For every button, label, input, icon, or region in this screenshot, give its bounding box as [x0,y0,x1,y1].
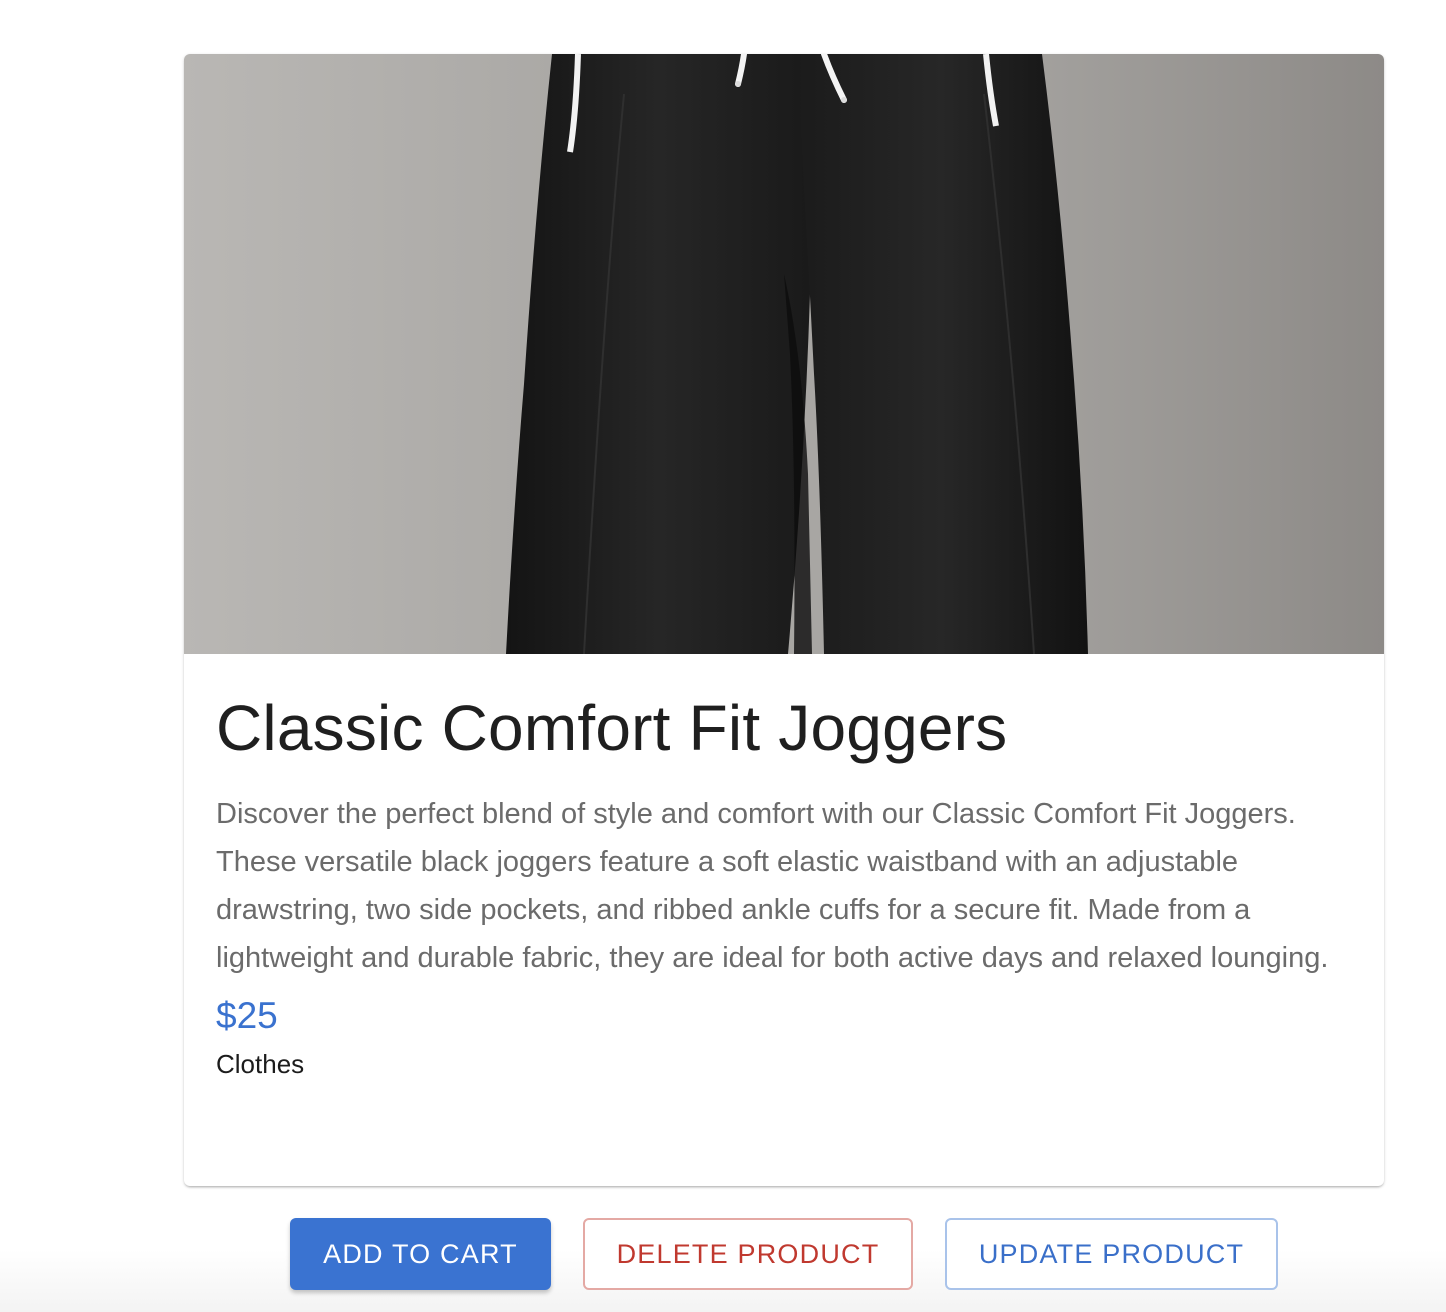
delete-product-button[interactable]: DELETE PRODUCT [583,1218,913,1290]
product-category: Clothes [216,1049,305,1079]
product-card: Classic Comfort Fit Joggers Discover the… [184,54,1384,1186]
add-to-cart-button[interactable]: ADD TO CART [290,1218,551,1290]
product-description: Discover the perfect blend of style and … [216,798,1329,974]
joggers-illustration [506,54,1088,654]
product-price: $25 [216,995,278,1036]
update-product-button[interactable]: UPDATE PRODUCT [945,1218,1278,1290]
card-content: Classic Comfort Fit Joggers Discover the… [184,690,1384,1084]
product-title: Classic Comfort Fit Joggers [216,692,1008,764]
product-image [184,54,1384,654]
product-page: Classic Comfort Fit Joggers Discover the… [0,0,1446,1312]
